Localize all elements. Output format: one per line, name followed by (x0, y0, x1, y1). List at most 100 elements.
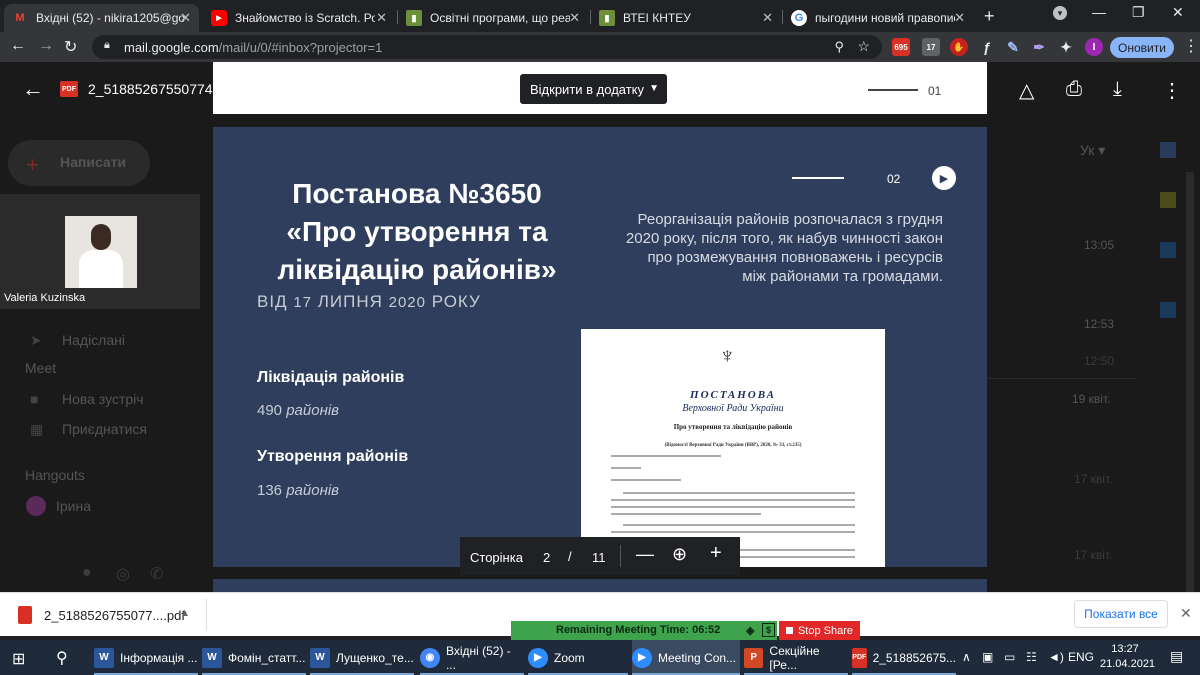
close-icon[interactable]: ✕ (569, 10, 580, 26)
tab-education[interactable]: ▮ Освітні програми, що реалі ✕ (398, 4, 588, 32)
taskbar-item-pdf[interactable]: PDF 2_518852675... (852, 640, 956, 675)
back-arrow-icon[interactable]: ← (22, 76, 44, 102)
battery-icon[interactable]: ▭ (1004, 650, 1015, 664)
tab-google-search[interactable]: G пыгодини новий правопис ✕ (783, 4, 973, 32)
back-arrow-icon[interactable]: ← (10, 37, 26, 55)
more-options-icon[interactable]: ⋮ (1162, 78, 1182, 103)
current-page-input[interactable]: 2 (543, 550, 550, 565)
tab-scratch[interactable]: ▶ Знайомство із Scratch. Робо ✕ (203, 4, 395, 32)
participant-name: Valeria Kuzinska (4, 292, 86, 304)
hand-extension-icon[interactable]: ✋ (950, 38, 968, 56)
forward-arrow-icon[interactable]: → (38, 37, 54, 55)
close-icon[interactable]: ✕ (180, 10, 191, 26)
keyboard-icon: ▦ (30, 421, 44, 437)
keep-side-icon[interactable] (1160, 192, 1176, 208)
system-clock[interactable]: 13:27 21.04.2021 (1100, 642, 1155, 672)
doc-text-line (611, 499, 855, 501)
update-button[interactable]: Оновити (1110, 37, 1174, 58)
language-indicator[interactable]: ENG (1068, 650, 1094, 664)
taskbar-item-zoom[interactable]: ▶ Zoom (528, 640, 628, 675)
doc-text-line (611, 455, 721, 457)
person-icon[interactable]: ● (82, 564, 92, 582)
phone-icon[interactable]: ✆ (150, 564, 163, 584)
join-label[interactable]: Приєднатися (62, 421, 147, 437)
network-icon[interactable]: ☷ (1026, 650, 1037, 664)
meet-heading: Meet (25, 360, 57, 376)
taskbar-item-chrome[interactable]: ◉ Вхідні (52) - ... (420, 640, 524, 675)
tasks-side-icon[interactable] (1160, 242, 1176, 258)
window-close-icon[interactable]: ✕ (1172, 4, 1184, 21)
address-bar[interactable]: 🔒︎ mail.google.com/mail/u/0/#inbox?proje… (92, 35, 882, 59)
contact-name[interactable]: Ірина (56, 498, 91, 514)
liquidation-value: 490 районів (257, 402, 339, 419)
add-to-drive-icon[interactable]: △ (1019, 78, 1034, 103)
print-icon[interactable]: ⎙ (1066, 78, 1082, 101)
calendar-side-icon[interactable] (1160, 142, 1176, 158)
video-icon: ■ (30, 391, 39, 407)
feather-extension-icon[interactable]: ✒ (1030, 38, 1048, 56)
next-pdf-page (213, 579, 987, 592)
sent-label[interactable]: Надіслані (62, 332, 125, 348)
taskbar-item-powerpoint[interactable]: P Секційне [Ре... (744, 640, 848, 675)
gmail-extension-icon[interactable]: 695 (892, 38, 910, 56)
doc-text-line (611, 479, 681, 481)
contacts-side-icon[interactable] (1160, 302, 1176, 318)
tab-gmail[interactable]: M Вхідні (52) - nikira1205@goo ✕ (4, 4, 199, 32)
zoom-out-icon[interactable]: — (636, 544, 654, 565)
windows-start-icon[interactable]: ⊞ (12, 649, 25, 669)
tab-search-icon[interactable]: ▾ (1053, 6, 1067, 20)
pdf-page-slide: Постанова №3650 «Про утворення та ліквід… (213, 127, 987, 567)
pdf-file-icon: PDF (60, 81, 78, 97)
tray-app-icon[interactable]: ▣ (982, 650, 993, 664)
open-in-app-label: Відкрити в додатку (530, 81, 645, 97)
stop-share-button[interactable]: Stop Share (779, 621, 860, 640)
location-icon[interactable]: ◎ (116, 564, 130, 584)
bookmark-star-icon[interactable]: ☆ (857, 38, 870, 55)
tray-chevron-up-icon[interactable]: ∧ (962, 650, 971, 664)
doc-text-line (611, 513, 761, 515)
page-separator: / (568, 549, 572, 564)
tab-label: пыгодини новий правопис (815, 11, 955, 25)
taskbar-item-meeting[interactable]: ▶ Meeting Con... (632, 640, 740, 675)
email-time: 12:53 (1084, 317, 1115, 331)
zoom-magnifier-icon[interactable]: ⊕ (672, 544, 687, 565)
close-icon[interactable]: ✕ (762, 10, 773, 26)
compose-button[interactable]: + Написати (8, 140, 150, 186)
close-icon[interactable]: ✕ (1180, 605, 1192, 622)
slide-title: Постанова №3650 «Про утворення та ліквід… (277, 178, 557, 285)
browser-tab-bar: M Вхідні (52) - nikira1205@goo ✕ ▶ Знайо… (0, 0, 1200, 32)
close-icon[interactable]: ✕ (954, 10, 965, 26)
extensions-puzzle-icon[interactable]: ✦ (1057, 38, 1075, 56)
new-meeting-label[interactable]: Нова зустріч (62, 391, 144, 407)
hangouts-heading: Hangouts (25, 467, 85, 483)
zoom-in-icon[interactable]: + (710, 542, 722, 565)
participant-video[interactable]: Valeria Kuzinska (0, 194, 200, 309)
chevron-up-icon[interactable]: ▲ (180, 608, 190, 619)
profile-avatar[interactable]: I (1085, 38, 1103, 56)
menu-kebab-icon[interactable]: ⋮ (1183, 36, 1199, 56)
taskbar-item-word-3[interactable]: W Лущенко_те... (310, 640, 414, 675)
tab-vtei[interactable]: ▮ ВТЕІ КНТЕУ ✕ (591, 4, 781, 32)
new-tab-plus-icon[interactable]: + (984, 6, 995, 27)
open-in-app-button[interactable]: Відкрити в додатку ▼ (520, 74, 667, 104)
taskbar-item-word-1[interactable]: W Інформація ... (94, 640, 198, 675)
calendar-extension-icon[interactable]: 17 (922, 38, 940, 56)
function-extension-icon[interactable]: ƒ (978, 38, 996, 56)
minimize-icon[interactable]: — (1092, 4, 1106, 20)
show-all-button[interactable]: Показати все (1074, 600, 1168, 628)
restore-icon[interactable]: ❐ (1132, 4, 1145, 21)
notifications-icon[interactable]: ▤ (1170, 648, 1183, 665)
download-icon[interactable]: ⤓ (1113, 78, 1122, 101)
reload-icon[interactable]: ↻ (64, 37, 77, 57)
taskbar-item-word-2[interactable]: W Фомін_статт... (202, 640, 306, 675)
tab-label: Знайомство із Scratch. Робо (235, 11, 375, 25)
zoom-magnifier-icon[interactable]: ⚲ (834, 39, 844, 55)
search-icon[interactable]: ⚲ (56, 648, 68, 668)
close-icon[interactable]: ✕ (376, 10, 387, 26)
volume-icon[interactable]: ◄) (1048, 650, 1064, 664)
download-file-name[interactable]: 2_5188526755077....pdf (44, 608, 185, 623)
pen-extension-icon[interactable]: ✎ (1004, 38, 1022, 56)
scrollbar[interactable] (1186, 172, 1194, 632)
pdf-icon: PDF (852, 647, 867, 668)
tab-label: Вхідні (52) - nikira1205@goo (36, 11, 186, 25)
